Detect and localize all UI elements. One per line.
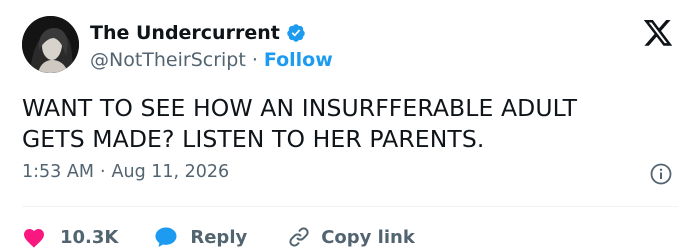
separator-dot: ·	[251, 49, 258, 71]
verified-badge-icon	[286, 23, 306, 43]
tweet-timestamp[interactable]: 1:53 AM · Aug 11, 2026	[22, 159, 229, 185]
heart-icon	[24, 229, 44, 248]
author-name-row: The Undercurrent	[90, 20, 306, 46]
like-button[interactable]: 10.3K	[22, 226, 118, 248]
tweet-date: Aug 11, 2026	[111, 162, 230, 182]
info-icon[interactable]	[650, 163, 672, 185]
copy-link-label: Copy link	[321, 226, 415, 248]
tweet-text-line: GETS MADE? LISTEN TO HER PARENTS.	[22, 125, 485, 153]
separator-dot: ·	[99, 162, 106, 182]
reply-bubble-icon	[155, 227, 177, 247]
x-logo-icon[interactable]	[642, 20, 674, 49]
avatar[interactable]	[22, 16, 79, 73]
link-icon	[289, 227, 309, 247]
tweet-text-line: WANT TO SEE HOW AN INSURFFERABLE ADULT	[22, 94, 578, 122]
tweet-time: 1:53 AM	[22, 162, 94, 182]
handle-row: @NotTheirScript · Follow	[90, 47, 333, 73]
reply-button[interactable]: Reply	[154, 226, 247, 248]
author-handle[interactable]: @NotTheirScript	[90, 49, 246, 71]
display-name[interactable]: The Undercurrent	[90, 22, 280, 44]
follow-button[interactable]: Follow	[264, 49, 333, 71]
like-count: 10.3K	[60, 226, 119, 248]
divider	[22, 206, 678, 207]
reply-label: Reply	[190, 226, 248, 248]
copy-link-button[interactable]: Copy link	[287, 225, 415, 249]
action-bar: 10.3K Reply Copy link	[22, 222, 415, 252]
tweet-text: WANT TO SEE HOW AN INSURFFERABLE ADULT G…	[22, 93, 662, 155]
